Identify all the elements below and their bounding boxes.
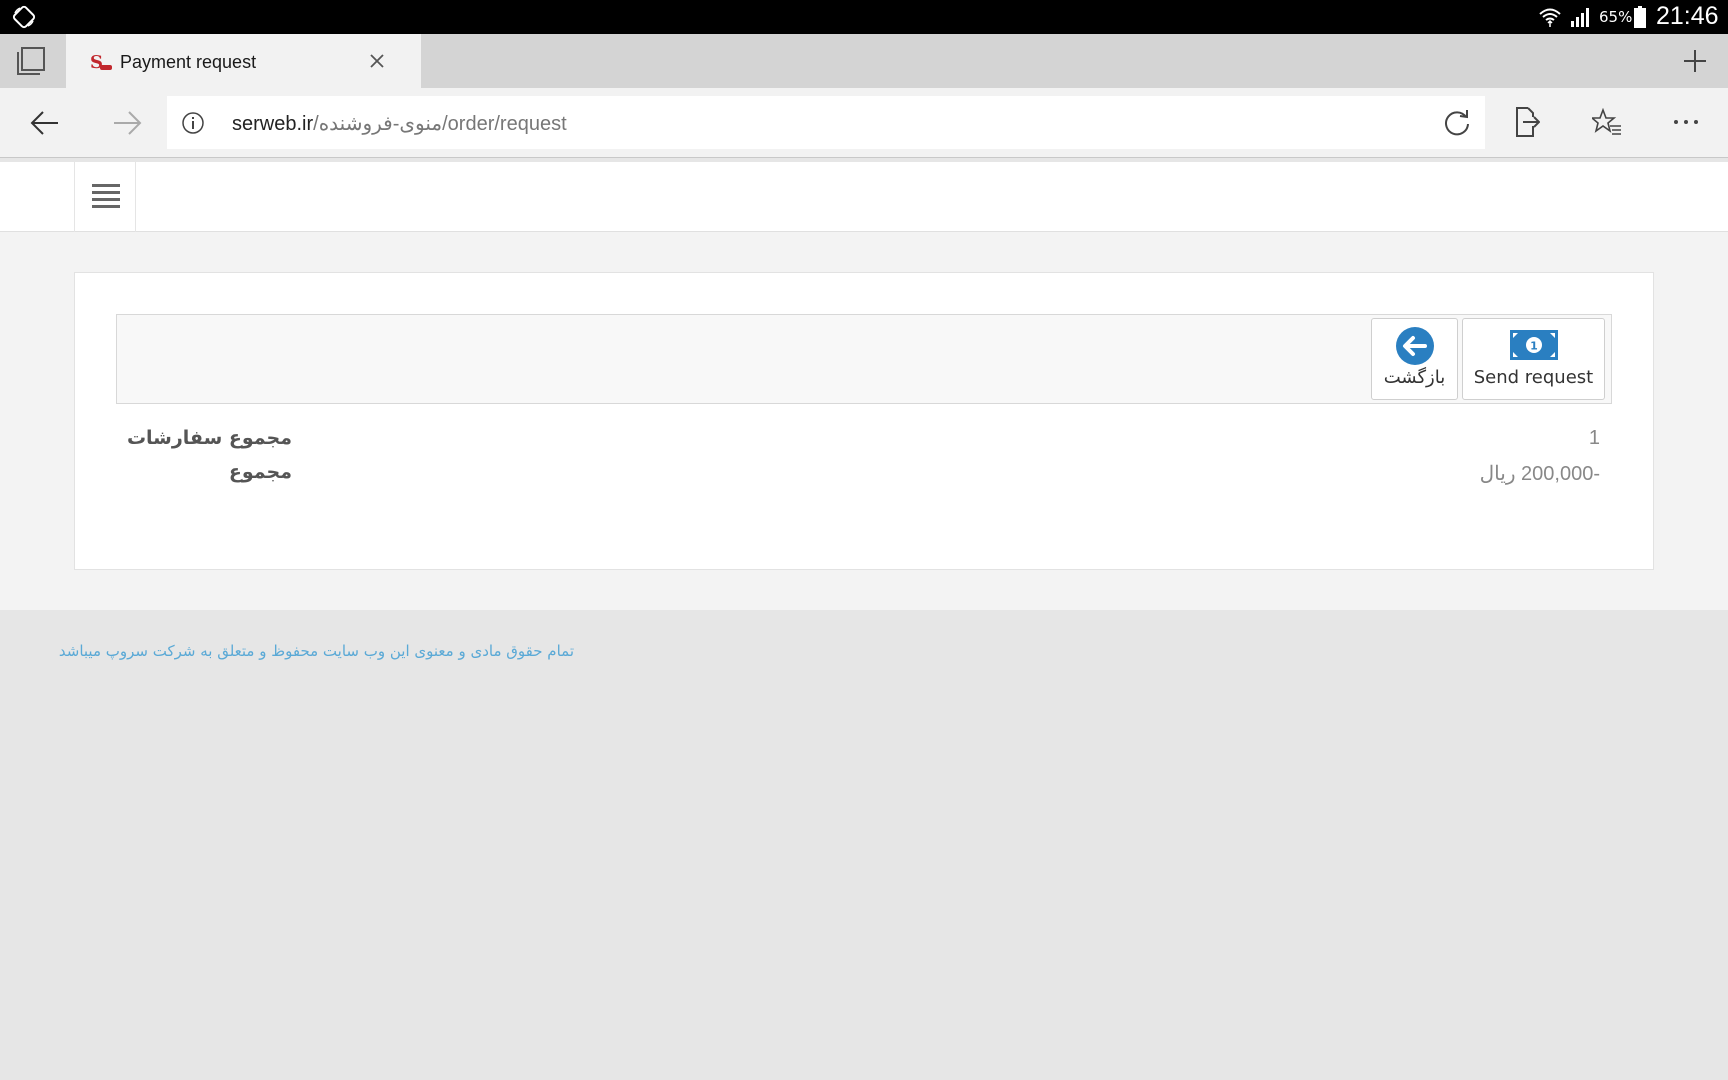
- money-bill-icon: 1: [1510, 330, 1558, 360]
- site-favicon-icon: S: [90, 52, 112, 72]
- orders-total-value: 1: [1588, 427, 1600, 449]
- sum-row: مجموع -200,000 ریال: [116, 461, 1612, 495]
- action-toolbar: بازگشت 1 Send request: [116, 314, 1612, 404]
- footer-copyright: تمام حقوق مادی و معنوی این وب سایت محفوظ…: [58, 642, 574, 660]
- tab-strip: S Payment request: [0, 34, 1728, 88]
- address-bar[interactable]: serweb.ir/منوی-فروشنده/order/request: [167, 96, 1485, 149]
- tab-title: Payment request: [120, 52, 257, 72]
- close-tab-icon[interactable]: [368, 52, 386, 70]
- send-request-label: Send request: [1473, 367, 1594, 388]
- refresh-icon[interactable]: [1442, 108, 1472, 138]
- url-host: serweb.ir: [232, 113, 314, 135]
- arrow-left-circle-icon: [1396, 327, 1434, 365]
- orders-total-label: مجموع سفارشات: [126, 427, 292, 449]
- navigation-bar: serweb.ir/منوی-فروشنده/order/request: [0, 88, 1728, 158]
- wifi-icon: [1539, 8, 1561, 27]
- status-bar: 65% 21:46: [0, 0, 1728, 34]
- tab-payment-request[interactable]: S Payment request: [66, 34, 421, 88]
- back-button-label: بازگشت: [1383, 367, 1446, 388]
- sum-label: مجموع: [228, 461, 292, 483]
- clock: 21:46: [1656, 2, 1719, 30]
- content-area: بازگشت 1 Send request مجموع سفارشات 1 مج…: [0, 232, 1728, 610]
- screen-rotation-icon[interactable]: [12, 5, 36, 29]
- tabs-overview-icon[interactable]: [14, 46, 48, 76]
- share-icon[interactable]: [1514, 106, 1540, 138]
- back-button[interactable]: بازگشت: [1371, 318, 1458, 400]
- more-options-icon[interactable]: [1672, 110, 1700, 134]
- url-text[interactable]: serweb.ir/منوی-فروشنده/order/request: [232, 111, 567, 136]
- new-tab-icon[interactable]: [1682, 48, 1708, 74]
- send-request-button[interactable]: 1 Send request: [1462, 318, 1605, 400]
- cell-signal-icon: [1571, 8, 1589, 27]
- url-path: /منوی-فروشنده/order/request: [313, 113, 567, 135]
- site-info-icon[interactable]: [181, 111, 205, 135]
- favorites-star-icon[interactable]: [1592, 108, 1622, 136]
- page-header: [0, 162, 1728, 232]
- back-arrow-icon[interactable]: [30, 110, 60, 136]
- orders-total-row: مجموع سفارشات 1: [116, 427, 1612, 461]
- svg-text:1: 1: [1530, 340, 1538, 353]
- hamburger-menu-icon: [92, 184, 120, 208]
- battery-percentage: 65%: [1599, 8, 1633, 26]
- menu-toggle-button[interactable]: [74, 162, 136, 232]
- forward-arrow-icon[interactable]: [112, 110, 142, 136]
- payment-request-panel: بازگشت 1 Send request مجموع سفارشات 1 مج…: [74, 272, 1654, 570]
- sum-value: -200,000 ریال: [1479, 463, 1600, 485]
- battery-icon: [1634, 6, 1646, 28]
